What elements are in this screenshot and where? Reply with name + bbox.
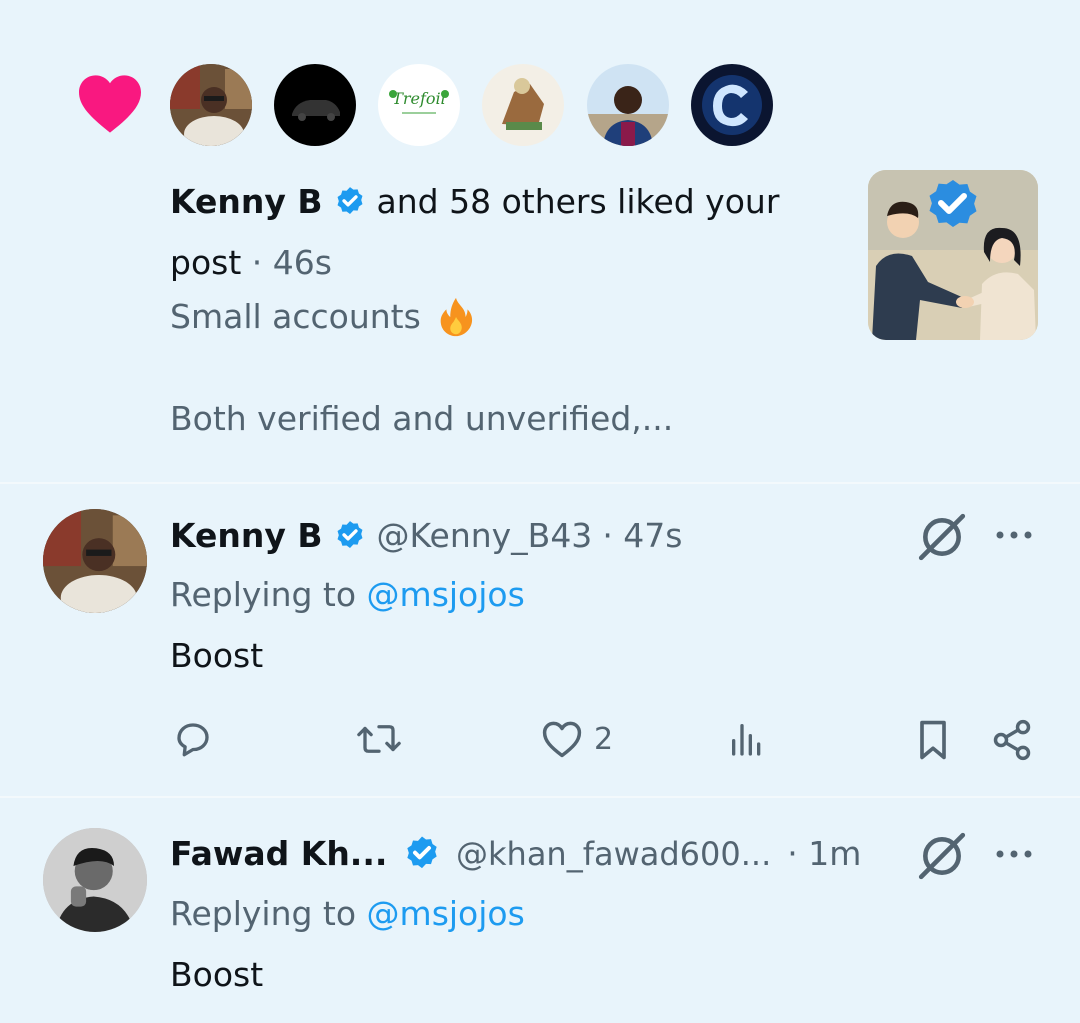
share-icon: [993, 719, 1031, 761]
heart-outline-icon: [542, 721, 582, 758]
notification-time: · 46s: [251, 243, 332, 282]
reply-body: Boost: [170, 955, 264, 994]
fawad-avatar[interactable]: [43, 828, 147, 932]
cartoon-avatar[interactable]: [482, 64, 564, 146]
verified-badge-icon: [337, 187, 362, 215]
c-logo-avatar[interactable]: [691, 64, 773, 146]
reply-body: Boost: [170, 636, 264, 675]
repost-icon: [357, 725, 401, 753]
repost-button[interactable]: [355, 718, 403, 760]
bookmark-icon: [920, 720, 946, 760]
car-avatar[interactable]: [274, 64, 356, 146]
reply-button[interactable]: [172, 718, 214, 760]
verified-badge-icon: [407, 836, 437, 869]
fire-emoji-icon: [440, 297, 472, 337]
like-count: 2: [594, 721, 614, 757]
kenny-b-avatar[interactable]: [170, 64, 252, 146]
reply-author-name[interactable]: Fawad Kh...: [170, 832, 402, 876]
replying-to-label: Replying to: [170, 894, 357, 933]
post-thumbnail[interactable]: [868, 170, 1038, 340]
kenny-b-avatar[interactable]: [43, 509, 147, 613]
bookmark-button[interactable]: [913, 718, 953, 762]
reply-author-handle[interactable]: @khan_fawad600...: [456, 832, 771, 876]
man-avatar[interactable]: [587, 64, 669, 146]
reply-author-name[interactable]: Kenny B: [170, 514, 323, 558]
share-button[interactable]: [990, 718, 1034, 762]
reply-author-handle[interactable]: @Kenny_B43: [377, 514, 593, 558]
reply-time[interactable]: · 1m: [787, 832, 861, 876]
replying-to-label: Replying to: [170, 575, 357, 614]
notification-text-post: post: [170, 243, 242, 282]
comment-icon: [177, 723, 209, 757]
analytics-icon: [732, 724, 761, 756]
post-preview-text-2: Both verified and unverified,...: [170, 399, 674, 438]
replying-to-handle[interactable]: @msjojos: [367, 894, 525, 933]
views-button[interactable]: [727, 718, 767, 760]
post-preview-text: Small accounts: [170, 297, 421, 336]
actor-name[interactable]: Kenny B: [170, 180, 323, 224]
verified-badge-icon: [337, 521, 362, 549]
reply-time[interactable]: · 47s: [602, 514, 682, 558]
heart-icon: [79, 75, 141, 133]
notification-text: and 58 others liked your: [376, 182, 780, 221]
grok-icon[interactable]: [916, 831, 968, 881]
grok-icon[interactable]: [916, 512, 968, 562]
replying-to-handle[interactable]: @msjojos: [367, 575, 525, 614]
more-options-icon[interactable]: [994, 847, 1034, 861]
more-options-icon[interactable]: [994, 528, 1034, 542]
svg-text:Trefoil: Trefoil: [392, 89, 446, 108]
like-button[interactable]: 2: [540, 718, 613, 760]
trefoil-avatar[interactable]: Trefoil: [378, 64, 460, 146]
